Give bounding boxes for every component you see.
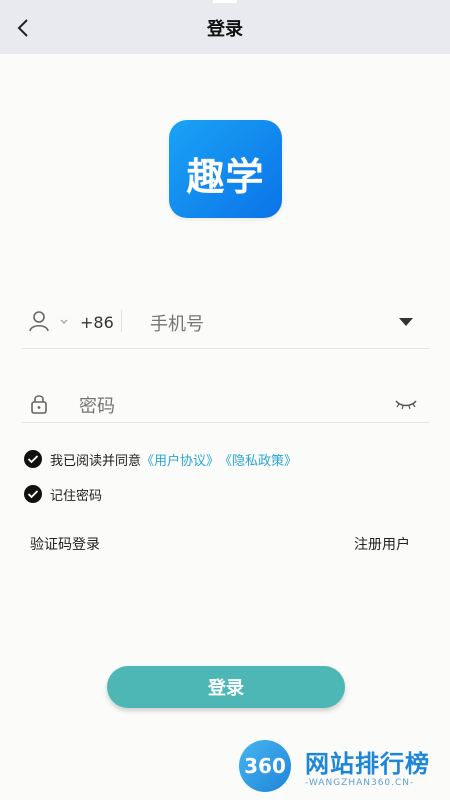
field-divider (121, 310, 122, 332)
register-link[interactable]: 注册用户 (354, 534, 410, 554)
remember-row: 记住密码 (24, 483, 102, 505)
agreement-row: 我已阅读并同意 《用户协议》 《隐私政策》 (24, 448, 297, 470)
checkmark-icon (27, 490, 39, 499)
app-logo: 趣学 (169, 120, 282, 218)
login-button[interactable]: 登录 (107, 666, 345, 708)
user-agreement-link[interactable]: 《用户协议》 (141, 450, 219, 469)
account-dropdown-icon[interactable] (398, 317, 414, 327)
password-input[interactable] (77, 392, 361, 420)
agreement-text: 我已阅读并同意 (50, 453, 142, 469)
page-title: 登录 (207, 19, 243, 40)
watermark-badge: 360 (239, 740, 291, 792)
phone-field-row: +86 (22, 300, 430, 349)
top-nav-bar: 登录 (0, 0, 450, 54)
sms-login-link[interactable]: 验证码登录 (30, 534, 100, 554)
user-icon (29, 311, 49, 332)
country-dropdown-icon[interactable] (60, 319, 68, 325)
lock-icon (31, 395, 47, 414)
watermark-name: 网站排行榜 (305, 750, 430, 778)
app-logo-text: 趣学 (186, 154, 265, 199)
watermark: 360 网站排行榜 -WANGZHAN360.CN- (239, 740, 444, 796)
remember-label: 记住密码 (50, 488, 103, 504)
phone-input[interactable] (148, 309, 382, 339)
password-field-row (22, 382, 430, 423)
checkmark-icon (27, 455, 39, 464)
watermark-sub: -WANGZHAN360.CN- (305, 778, 415, 788)
remember-checkbox[interactable] (24, 485, 42, 503)
status-indicator (213, 0, 237, 3)
country-code[interactable]: +86 (80, 313, 114, 332)
eye-closed-icon[interactable] (394, 397, 418, 411)
agreement-checkbox[interactable] (24, 450, 42, 468)
privacy-policy-link[interactable]: 《隐私政策》 (219, 450, 297, 469)
